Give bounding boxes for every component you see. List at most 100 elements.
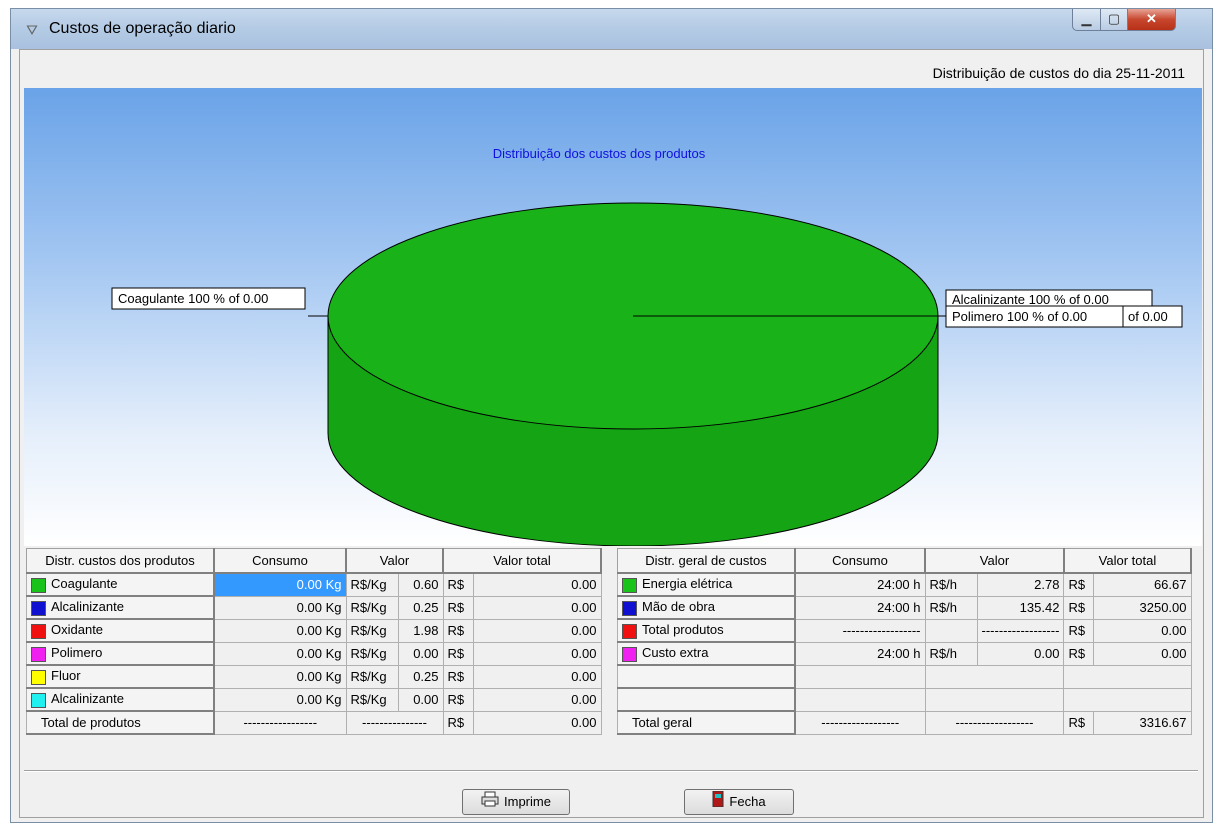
valor-cell[interactable]: 2.78 [976, 572, 1065, 597]
currency-cell[interactable]: R$ [1063, 618, 1095, 643]
currency-cell[interactable]: R$ [442, 572, 474, 597]
currency-cell[interactable]: R$ [442, 641, 474, 666]
empty-cell[interactable] [924, 687, 1065, 712]
table-row[interactable]: Alcalinizante 0.00 Kg R$/Kg 0.00 R$ 0.00 [26, 687, 602, 712]
title-bar[interactable]: ⛛ Custos de operação diario ▁ ▢ ✕ [11, 9, 1212, 49]
row-label-cell[interactable]: Mão de obra [617, 595, 796, 620]
currency-cell[interactable]: R$ [442, 710, 474, 735]
valor-cell[interactable]: 0.00 [976, 641, 1065, 666]
table-total-row[interactable]: Total de produtos ----------------- ------… [26, 710, 602, 735]
empty-cell[interactable] [924, 664, 1065, 689]
valor-cell[interactable]: 0.00 [397, 687, 444, 712]
col-header[interactable]: Valor total [442, 548, 602, 574]
valor-cell[interactable]: ------------------ [976, 618, 1065, 643]
unit-cell[interactable]: R$/Kg [345, 664, 399, 689]
currency-cell[interactable]: R$ [442, 618, 474, 643]
row-label-cell[interactable]: Custo extra [617, 641, 796, 666]
row-label-cell[interactable]: Energia elétrica [617, 572, 796, 597]
unit-cell[interactable]: R$/Kg [345, 595, 399, 620]
table-row[interactable]: Oxidante 0.00 Kg R$/Kg 1.98 R$ 0.00 [26, 618, 602, 643]
row-label-cell[interactable]: Oxidante [26, 618, 215, 643]
table-row[interactable]: Coagulante 0.00 Kg R$/Kg 0.60 R$ 0.00 [26, 572, 602, 597]
valor-cell[interactable]: 0.25 [397, 595, 444, 620]
currency-cell[interactable]: R$ [1063, 710, 1095, 735]
table-row[interactable]: Energia elétrica 24:00 h R$/h 2.78 R$ 66.67 [617, 572, 1192, 597]
consumo-cell[interactable]: 0.00 Kg [213, 618, 347, 643]
total-cell[interactable]: 0.00 [472, 664, 602, 689]
consumo-cell[interactable]: 24:00 h [794, 572, 926, 597]
table-row[interactable]: Polimero 0.00 Kg R$/Kg 0.00 R$ 0.00 [26, 641, 602, 666]
total-cell[interactable]: 66.67 [1093, 572, 1192, 597]
valor-cell[interactable]: 0.60 [397, 572, 444, 597]
empty-cell[interactable] [794, 664, 926, 689]
row-label-cell[interactable] [617, 664, 796, 689]
unit-cell[interactable]: R$/h [924, 641, 978, 666]
consumo-cell[interactable]: ------------------ [794, 710, 926, 735]
unit-cell[interactable]: R$/Kg [345, 618, 399, 643]
unit-cell[interactable]: R$/Kg [345, 572, 399, 597]
valor-cell[interactable]: ------------------ [924, 710, 1065, 735]
col-header[interactable]: Distr. geral de custos [617, 548, 796, 574]
unit-cell[interactable]: R$/h [924, 595, 978, 620]
valor-cell[interactable]: 0.25 [397, 664, 444, 689]
total-cell[interactable]: 3316.67 [1093, 710, 1192, 735]
row-label-cell[interactable]: Polimero [26, 641, 215, 666]
valor-cell[interactable]: 0.00 [397, 641, 444, 666]
empty-cell[interactable] [1063, 687, 1192, 712]
consumo-cell[interactable]: 0.00 Kg [213, 664, 347, 689]
col-header[interactable]: Valor total [1063, 548, 1193, 574]
col-header[interactable]: Valor [924, 548, 1065, 574]
table-row-empty[interactable] [617, 664, 1192, 689]
col-header[interactable]: Consumo [794, 548, 926, 574]
currency-cell[interactable]: R$ [442, 595, 474, 620]
valor-cell[interactable]: 135.42 [976, 595, 1065, 620]
valor-cell[interactable]: 1.98 [397, 618, 444, 643]
row-label-cell[interactable]: Total produtos [617, 618, 796, 643]
row-label-cell[interactable]: Alcalinizante [26, 687, 215, 712]
row-label-cell[interactable]: Coagulante [26, 572, 215, 597]
table-row-empty[interactable] [617, 687, 1192, 712]
total-cell[interactable]: 0.00 [472, 572, 602, 597]
consumo-cell[interactable]: 0.00 Kg [213, 595, 347, 620]
table-row[interactable]: Alcalinizante 0.00 Kg R$/Kg 0.25 R$ 0.00 [26, 595, 602, 620]
col-header[interactable]: Valor [345, 548, 444, 574]
unit-cell[interactable]: R$/Kg [345, 641, 399, 666]
currency-cell[interactable]: R$ [442, 687, 474, 712]
minimize-button[interactable]: ▁ [1072, 9, 1101, 31]
unit-cell[interactable]: R$/h [924, 572, 978, 597]
table-total-row[interactable]: Total geral ------------------ -----------… [617, 710, 1192, 735]
consumo-cell[interactable]: 0.00 Kg [213, 641, 347, 666]
consumo-cell[interactable]: ----------------- [213, 710, 347, 735]
total-cell[interactable]: 0.00 [472, 641, 602, 666]
currency-cell[interactable]: R$ [1063, 572, 1095, 597]
row-label-cell[interactable]: Fluor [26, 664, 215, 689]
consumo-cell[interactable]: ------------------ [794, 618, 926, 643]
total-label[interactable]: Total de produtos [26, 710, 215, 735]
currency-cell[interactable]: R$ [1063, 595, 1095, 620]
total-cell[interactable]: 0.00 [472, 710, 602, 735]
row-label-cell[interactable]: Alcalinizante [26, 595, 215, 620]
total-cell[interactable]: 3250.00 [1093, 595, 1192, 620]
consumo-cell[interactable]: 0.00 Kg [213, 572, 347, 597]
table-row[interactable]: Fluor 0.00 Kg R$/Kg 0.25 R$ 0.00 [26, 664, 602, 689]
empty-cell[interactable] [794, 687, 926, 712]
consumo-cell[interactable]: 24:00 h [794, 595, 926, 620]
table-row[interactable]: Total produtos ------------------ --------… [617, 618, 1192, 643]
maximize-button[interactable]: ▢ [1100, 9, 1128, 31]
col-header[interactable]: Distr. custos dos produtos [26, 548, 215, 574]
row-label-cell[interactable] [617, 687, 796, 712]
empty-cell[interactable] [1063, 664, 1192, 689]
table-row[interactable]: Custo extra 24:00 h R$/h 0.00 R$ 0.00 [617, 641, 1192, 666]
unit-cell[interactable] [924, 618, 978, 643]
total-cell[interactable]: 0.00 [1093, 618, 1192, 643]
col-header[interactable]: Consumo [213, 548, 347, 574]
currency-cell[interactable]: R$ [1063, 641, 1095, 666]
valor-cell[interactable]: --------------- [345, 710, 444, 735]
total-cell[interactable]: 0.00 [1093, 641, 1192, 666]
currency-cell[interactable]: R$ [442, 664, 474, 689]
consumo-cell[interactable]: 0.00 Kg [213, 687, 347, 712]
unit-cell[interactable]: R$/Kg [345, 687, 399, 712]
total-cell[interactable]: 0.00 [472, 595, 602, 620]
table-row[interactable]: Mão de obra 24:00 h R$/h 135.42 R$ 3250.00 [617, 595, 1192, 620]
total-cell[interactable]: 0.00 [472, 687, 602, 712]
